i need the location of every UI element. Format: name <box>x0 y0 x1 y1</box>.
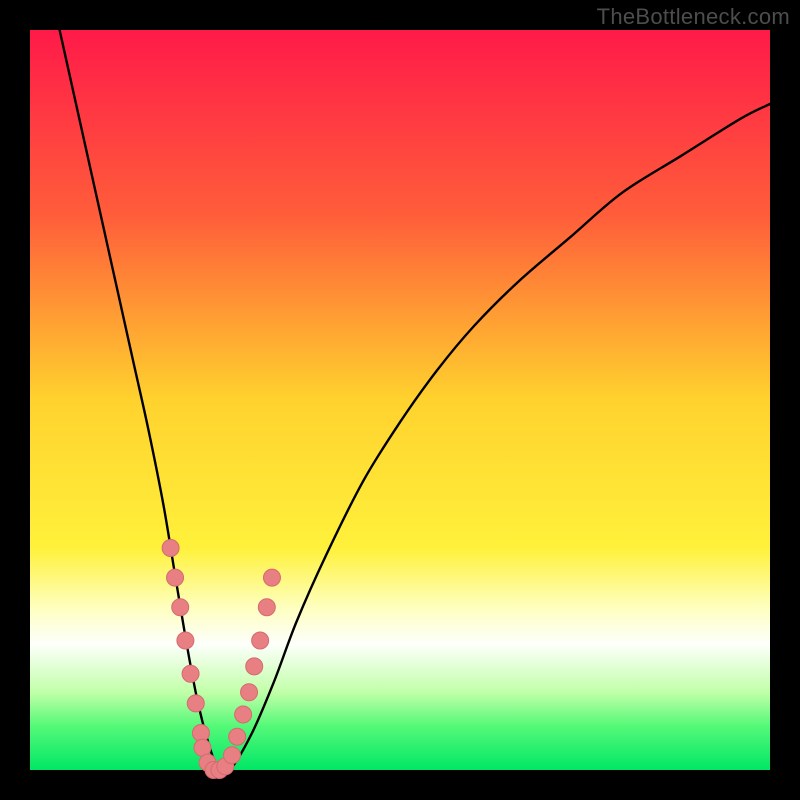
data-marker <box>241 684 258 701</box>
watermark-label: TheBottleneck.com <box>597 4 790 30</box>
data-marker <box>162 540 179 557</box>
data-marker <box>246 658 263 675</box>
data-marker <box>167 569 184 586</box>
data-marker <box>235 706 252 723</box>
curve-layer <box>30 30 770 770</box>
data-marker <box>187 695 204 712</box>
data-marker <box>258 599 275 616</box>
data-marker <box>252 632 269 649</box>
data-marker <box>177 632 194 649</box>
data-marker <box>182 665 199 682</box>
chart-frame: TheBottleneck.com <box>0 0 800 800</box>
data-marker <box>172 599 189 616</box>
plot-area <box>30 30 770 770</box>
bottleneck-curve <box>60 30 770 774</box>
data-marker <box>263 569 280 586</box>
data-marker <box>224 747 241 764</box>
data-marker <box>229 728 246 745</box>
